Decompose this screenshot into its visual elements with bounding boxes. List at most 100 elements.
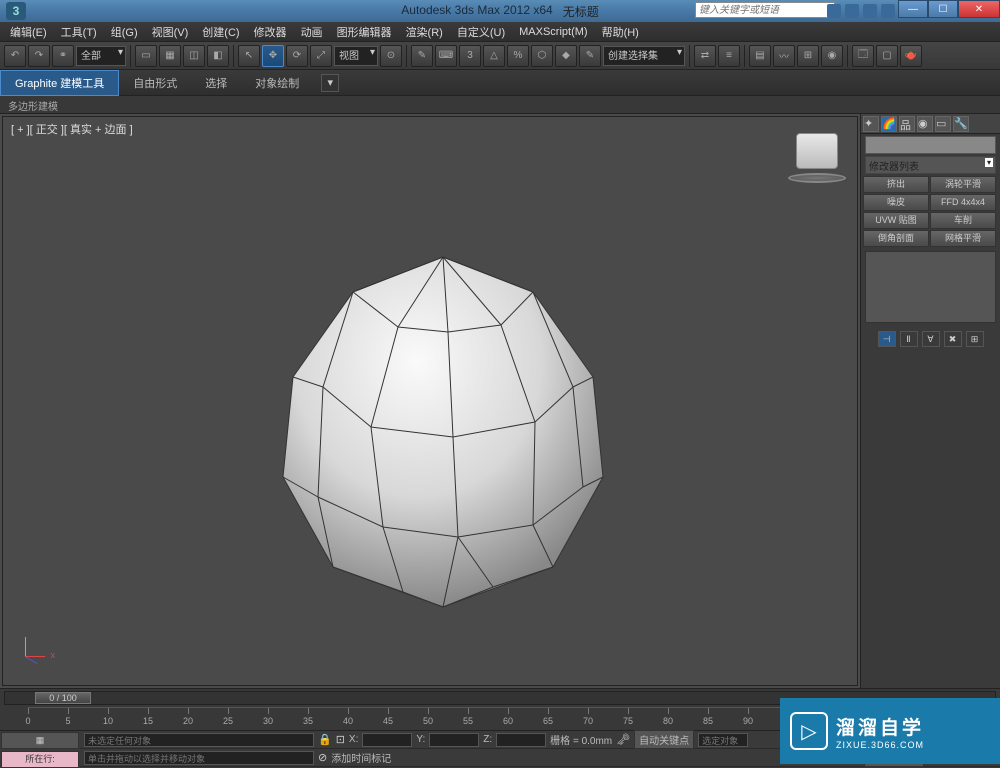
y-label: Y: <box>416 734 425 745</box>
material-editor-button[interactable]: ◉ <box>821 45 843 67</box>
viewcube[interactable] <box>787 127 847 187</box>
script-mini-button[interactable]: ▦ <box>1 732 79 749</box>
tab-graphite[interactable]: Graphite 建模工具 <box>0 70 119 96</box>
app-logo-icon[interactable]: 3 <box>6 2 26 20</box>
tab-freeform[interactable]: 自由形式 <box>119 71 191 95</box>
select-name-button[interactable]: ▦ <box>159 45 181 67</box>
mod-extrude[interactable]: 挤出 <box>863 176 929 193</box>
curve-editor-button[interactable]: 〰 <box>773 45 795 67</box>
scale-button[interactable]: ⤢ <box>310 45 332 67</box>
menu-customize[interactable]: 自定义(U) <box>451 22 511 42</box>
mod-bevel[interactable]: 倒角剖面 <box>863 230 929 247</box>
menu-modifiers[interactable]: 修改器 <box>248 22 293 42</box>
menu-grapheditors[interactable]: 图形编辑器 <box>331 22 398 42</box>
mod-uvw[interactable]: UVW 贴图 <box>863 212 929 229</box>
select-object-button[interactable]: ↖ <box>238 45 260 67</box>
show-result-icon[interactable]: Ⅱ <box>900 331 918 347</box>
selection-filter-dropdown[interactable]: 全部 <box>76 46 126 66</box>
menu-animation[interactable]: 动画 <box>295 22 329 42</box>
x-field[interactable] <box>362 733 412 747</box>
minimize-button[interactable]: — <box>898 0 928 18</box>
viewport-label[interactable]: [ + ][ 正交 ][ 真实 + 边面 ] <box>11 121 133 137</box>
mod-skin[interactable]: 噪皮 <box>863 194 929 211</box>
maximize-button[interactable]: ☐ <box>928 0 958 18</box>
link-button[interactable]: ⚭ <box>52 45 74 67</box>
ref-coord-dropdown[interactable]: 视图 <box>334 46 378 66</box>
grid-label: 栅格 = 0.0mm <box>550 732 612 747</box>
mod-turbosmooth[interactable]: 涡轮平滑 <box>930 176 996 193</box>
y-field[interactable] <box>429 733 479 747</box>
menu-create[interactable]: 创建(C) <box>196 22 245 42</box>
time-slider-handle[interactable]: 0 / 100 <box>35 692 91 704</box>
configure-icon[interactable]: ⊞ <box>966 331 984 347</box>
modifier-stack[interactable] <box>865 251 996 323</box>
render-button[interactable]: 🫖 <box>900 45 922 67</box>
redo-button[interactable]: ↷ <box>28 45 50 67</box>
tab-selection[interactable]: 选择 <box>191 71 241 95</box>
modify-tab-icon[interactable]: 🌈 <box>881 116 897 132</box>
favorites-icon[interactable] <box>863 4 877 18</box>
edit-sel-button[interactable]: ✎ <box>579 45 601 67</box>
ribbon-expand-button[interactable]: ▾ <box>321 74 339 92</box>
viewcube-ring-icon[interactable] <box>788 173 846 183</box>
manipulate-button[interactable]: ✎ <box>411 45 433 67</box>
utilities-tab-icon[interactable]: 🔧 <box>953 116 969 132</box>
mod-lathe[interactable]: 车削 <box>930 212 996 229</box>
angle-snap-button[interactable]: △ <box>483 45 505 67</box>
mirror-button[interactable]: ⇄ <box>694 45 716 67</box>
menu-maxscript[interactable]: MAXScript(M) <box>513 24 593 40</box>
align-button[interactable]: ≡ <box>718 45 740 67</box>
mod-meshsmooth[interactable]: 网格平滑 <box>930 230 996 247</box>
menu-views[interactable]: 视图(V) <box>146 22 195 42</box>
display-tab-icon[interactable]: ▭ <box>935 116 951 132</box>
viewport[interactable]: [ + ][ 正交 ][ 真实 + 边面 ] <box>2 116 858 686</box>
keymode-dropdown[interactable]: 选定对象 <box>698 733 748 747</box>
pin-stack-icon[interactable]: ⊣ <box>878 331 896 347</box>
modifier-list-dropdown[interactable]: 修改器列表 <box>865 156 996 174</box>
mod-ffd[interactable]: FFD 4x4x4 <box>930 194 996 211</box>
remove-icon[interactable]: ✖ <box>944 331 962 347</box>
menu-tools[interactable]: 工具(T) <box>55 22 103 42</box>
isolate-icon[interactable]: ⊡ <box>336 733 345 746</box>
undo-button[interactable]: ↶ <box>4 45 26 67</box>
help-search-input[interactable] <box>695 2 835 18</box>
close-button[interactable]: ✕ <box>958 0 1000 18</box>
lock-icon[interactable]: 🔒 <box>318 733 332 746</box>
keyboard-button[interactable]: ⌨ <box>435 45 457 67</box>
menu-group[interactable]: 组(G) <box>105 22 144 42</box>
schematic-button[interactable]: ⊞ <box>797 45 819 67</box>
add-timetag[interactable]: 添加时间标记 <box>331 750 391 765</box>
render-frame-button[interactable]: ▢ <box>876 45 898 67</box>
select-region-button[interactable]: ◫ <box>183 45 205 67</box>
menu-rendering[interactable]: 渲染(R) <box>400 22 449 42</box>
unique-icon[interactable]: ∀ <box>922 331 940 347</box>
motion-tab-icon[interactable]: ◉ <box>917 116 933 132</box>
key-icon[interactable]: 🗝 <box>616 733 630 746</box>
percent-snap-button[interactable]: % <box>507 45 529 67</box>
spinner-snap-button[interactable]: ⬡ <box>531 45 553 67</box>
communication-icon[interactable] <box>845 4 859 18</box>
geosphere-object[interactable] <box>253 237 633 617</box>
viewcube-cube-icon[interactable] <box>796 133 838 169</box>
hierarchy-tab-icon[interactable]: 品 <box>899 116 915 132</box>
move-button[interactable]: ✥ <box>262 45 284 67</box>
tab-paint[interactable]: 对象绘制 <box>241 71 313 95</box>
help-icon[interactable] <box>881 4 895 18</box>
autokey-button[interactable]: 自动关键点 <box>634 730 694 749</box>
layers-button[interactable]: ▤ <box>749 45 771 67</box>
window-crossing-button[interactable]: ◧ <box>207 45 229 67</box>
object-name-field[interactable] <box>865 136 996 154</box>
pivot-button[interactable]: ⊙ <box>380 45 402 67</box>
z-field[interactable] <box>496 733 546 747</box>
select-button[interactable]: ▭ <box>135 45 157 67</box>
named-selection-dropdown[interactable]: 创建选择集 <box>603 46 685 66</box>
menu-help[interactable]: 帮助(H) <box>596 22 645 42</box>
edged-button[interactable]: ◆ <box>555 45 577 67</box>
timetag-icon[interactable]: ⊘ <box>318 751 327 764</box>
search-icon[interactable] <box>827 4 841 18</box>
create-tab-icon[interactable]: ✦ <box>863 116 879 132</box>
menu-edit[interactable]: 编辑(E) <box>4 22 53 42</box>
snap-button[interactable]: 3 <box>459 45 481 67</box>
rotate-button[interactable]: ⟳ <box>286 45 308 67</box>
render-setup-button[interactable]: 🗔 <box>852 45 874 67</box>
